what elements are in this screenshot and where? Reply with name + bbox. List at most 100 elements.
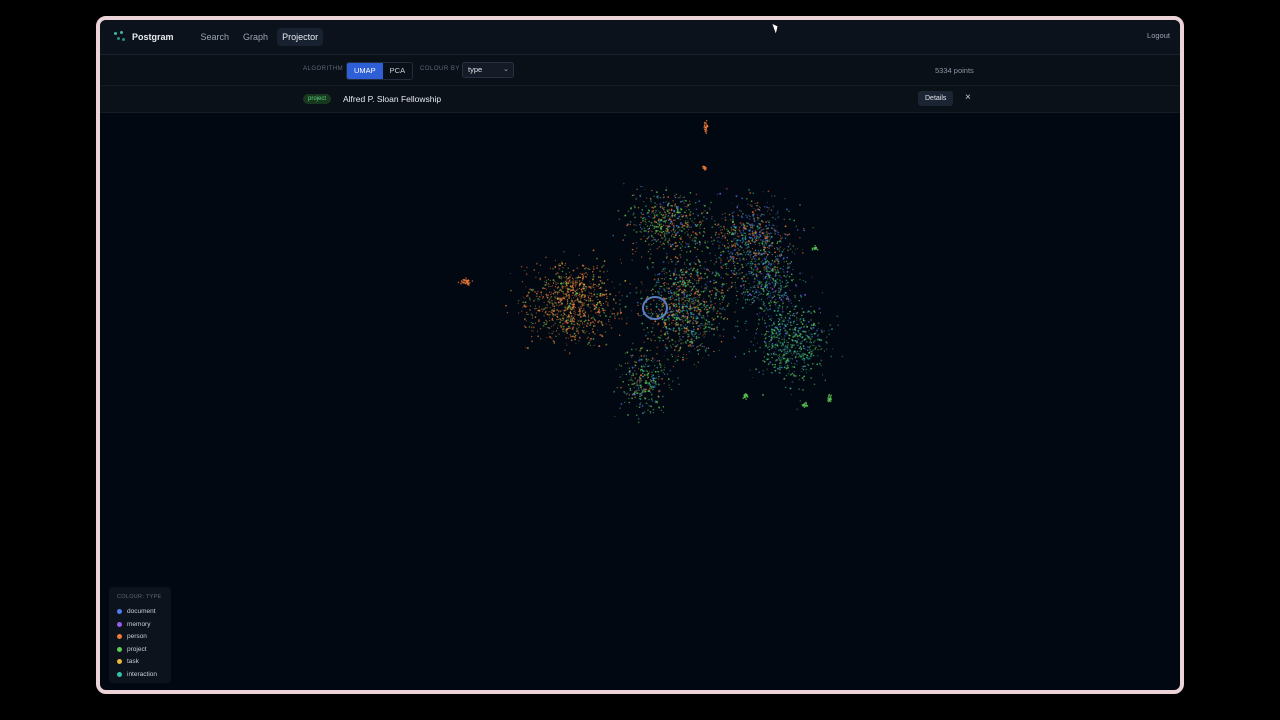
data-point[interactable] [735,273,737,276]
data-point[interactable] [672,380,674,382]
data-point[interactable] [773,228,776,230]
data-point[interactable] [712,308,714,310]
data-point[interactable] [716,272,718,274]
data-point[interactable] [803,347,805,349]
data-point[interactable] [678,303,681,306]
data-point[interactable] [672,365,675,368]
data-point[interactable] [592,278,594,281]
data-point[interactable] [814,333,817,335]
data-point[interactable] [798,374,801,377]
data-point[interactable] [705,217,708,220]
data-point[interactable] [799,350,801,353]
data-point[interactable] [762,316,764,318]
data-point[interactable] [785,298,788,300]
data-point[interactable] [783,286,785,288]
data-point[interactable] [816,339,819,341]
data-point[interactable] [747,253,750,256]
data-point[interactable] [660,294,663,297]
data-point[interactable] [782,311,784,313]
data-point[interactable] [578,291,581,294]
data-point[interactable] [592,316,595,319]
data-point[interactable] [767,221,770,223]
data-point[interactable] [721,301,723,303]
data-point[interactable] [517,299,520,302]
data-point[interactable] [537,290,539,293]
data-point[interactable] [692,316,695,318]
data-point[interactable] [588,299,590,302]
data-point[interactable] [686,206,688,208]
data-point[interactable] [759,244,761,247]
data-point[interactable] [783,320,785,322]
data-point[interactable] [786,256,789,259]
data-point[interactable] [799,332,801,335]
data-point[interactable] [590,287,592,289]
data-point[interactable] [608,320,610,322]
data-point[interactable] [567,305,570,308]
data-point[interactable] [613,287,616,289]
data-point[interactable] [804,334,807,336]
data-point[interactable] [588,341,590,344]
data-point[interactable] [690,297,692,299]
data-point[interactable] [626,317,628,319]
data-point[interactable] [677,260,680,262]
data-point[interactable] [795,305,798,307]
data-point[interactable] [687,245,690,248]
data-point[interactable] [791,381,794,383]
data-point[interactable] [694,306,696,309]
logo[interactable]: Postgram [114,31,174,43]
data-point[interactable] [652,322,655,325]
data-point[interactable] [688,268,690,271]
data-point[interactable] [692,231,694,233]
data-point[interactable] [826,336,828,338]
data-point[interactable] [643,235,645,237]
data-point[interactable] [753,296,755,298]
data-point[interactable] [746,298,749,301]
data-point[interactable] [548,332,550,334]
data-point[interactable] [668,217,671,220]
data-point[interactable] [784,348,787,351]
data-point[interactable] [686,291,688,293]
data-point[interactable] [562,287,564,290]
data-point[interactable] [672,319,674,322]
data-point[interactable] [734,267,737,270]
data-point[interactable] [734,234,736,236]
data-point[interactable] [732,260,734,262]
data-point[interactable] [782,265,784,267]
data-point[interactable] [689,286,691,288]
data-point[interactable] [804,293,807,296]
data-point[interactable] [656,191,658,193]
data-point[interactable] [703,327,705,330]
data-point[interactable] [753,292,756,295]
data-point[interactable] [763,249,765,251]
data-point[interactable] [651,212,653,214]
data-point[interactable] [672,226,675,229]
data-point[interactable] [766,255,768,257]
data-point[interactable] [678,234,681,237]
data-point[interactable] [676,299,678,301]
data-point[interactable] [645,402,648,405]
data-point[interactable] [705,246,708,248]
data-point[interactable] [570,299,573,302]
data-point[interactable] [703,318,706,320]
data-point[interactable] [690,329,693,332]
data-point[interactable] [766,268,768,270]
data-point[interactable] [527,313,529,316]
data-point[interactable] [787,285,789,287]
data-point[interactable] [829,397,832,399]
data-point[interactable] [703,298,705,300]
data-point[interactable] [548,291,551,293]
data-point[interactable] [668,270,671,272]
data-point[interactable] [774,290,777,293]
data-point[interactable] [789,328,791,331]
data-point[interactable] [757,239,760,241]
data-point[interactable] [788,266,791,269]
data-point[interactable] [744,293,746,296]
data-point[interactable] [788,337,790,340]
data-point[interactable] [707,241,709,243]
data-point[interactable] [712,310,715,312]
data-point[interactable] [731,251,733,254]
data-point[interactable] [806,356,808,359]
data-point[interactable] [783,324,786,327]
data-point[interactable] [716,329,718,331]
data-point[interactable] [571,303,574,306]
